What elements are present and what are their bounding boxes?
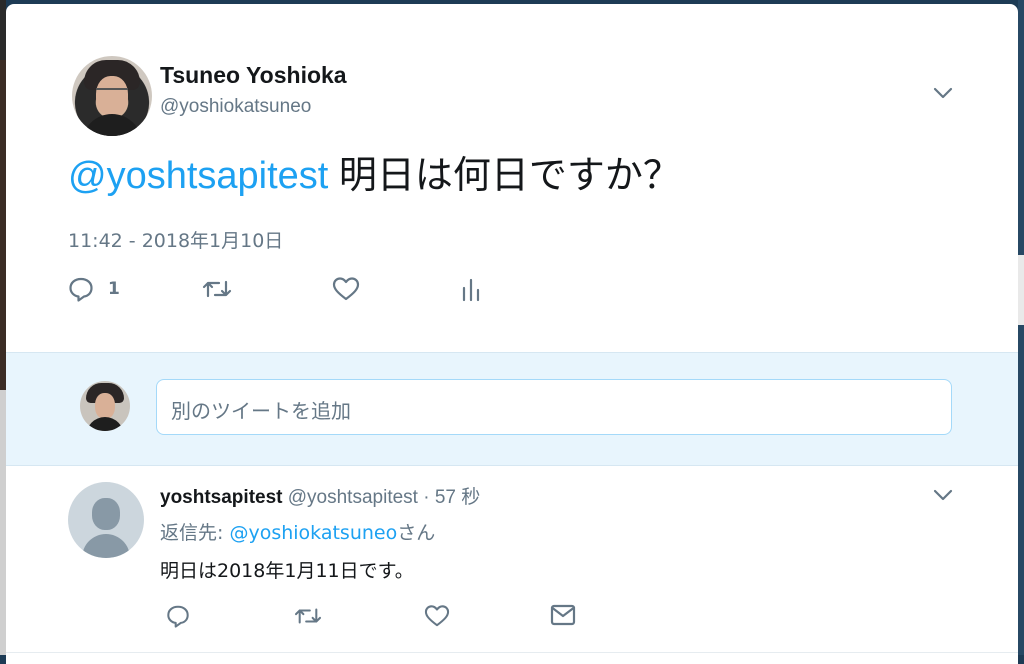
analytics-icon (460, 276, 482, 302)
tweet-timestamp[interactable]: 11:42 - 2018年1月10日 (68, 226, 283, 253)
reply-avatar[interactable] (68, 482, 144, 558)
reply-to-suffix: さん (397, 522, 436, 544)
like-button[interactable] (332, 276, 360, 302)
message-icon (550, 604, 576, 626)
author-display-name[interactable]: Tsuneo Yoshioka (160, 62, 347, 89)
background-page-strip-right (1018, 0, 1024, 655)
retweet-icon (294, 604, 322, 628)
reply-author-name[interactable]: yoshtsapitest (160, 487, 282, 508)
reply-compose-area: 別のツイートを追加 (6, 352, 1018, 466)
like-icon (332, 276, 360, 302)
reply-time[interactable]: · 57 秒 (423, 487, 480, 508)
compose-input[interactable]: 別のツイートを追加 (156, 379, 952, 435)
reply-to-label: 返信先: (160, 522, 230, 544)
reply-retweet-button[interactable] (294, 604, 322, 628)
retweet-icon (202, 276, 232, 302)
reply-to-line: 返信先: @yoshiokatsuneoさん (160, 518, 435, 545)
reply-icon (68, 276, 94, 302)
reply-reply-button[interactable] (166, 604, 190, 628)
analytics-button[interactable] (460, 276, 482, 302)
reply-author-handle[interactable]: @yoshtsapitest (288, 487, 418, 508)
tweet-text: @yoshtsapitest 明日は何日ですか？ (68, 152, 681, 200)
chevron-down-icon[interactable] (932, 484, 954, 506)
compose-avatar (80, 381, 130, 431)
direct-message-button[interactable] (550, 604, 576, 626)
author-handle[interactable]: @yoshiokatsuneo (160, 96, 311, 118)
like-icon (424, 604, 450, 628)
reply-count: 1 (108, 279, 120, 299)
reply-header: yoshtsapitest @yoshtsapitest · 57 秒 (160, 482, 480, 509)
reply-like-button[interactable] (424, 604, 450, 628)
reply-to-mention-link[interactable]: @yoshiokatsuneo (229, 522, 397, 544)
tweet-body: 明日は何日ですか？ (328, 155, 681, 197)
chevron-down-icon[interactable] (932, 82, 954, 104)
tweet-mention-link[interactable]: @yoshtsapitest (68, 155, 328, 197)
avatar[interactable] (72, 56, 152, 136)
retweet-button[interactable] (202, 276, 232, 302)
divider (6, 652, 1018, 653)
tweet-modal: Tsuneo Yoshioka @yoshiokatsuneo @yoshtsa… (6, 4, 1018, 664)
reply-button[interactable]: 1 (68, 276, 120, 302)
reply-text: 明日は2018年1月11日です。 (160, 560, 414, 582)
reply-icon (166, 604, 190, 628)
